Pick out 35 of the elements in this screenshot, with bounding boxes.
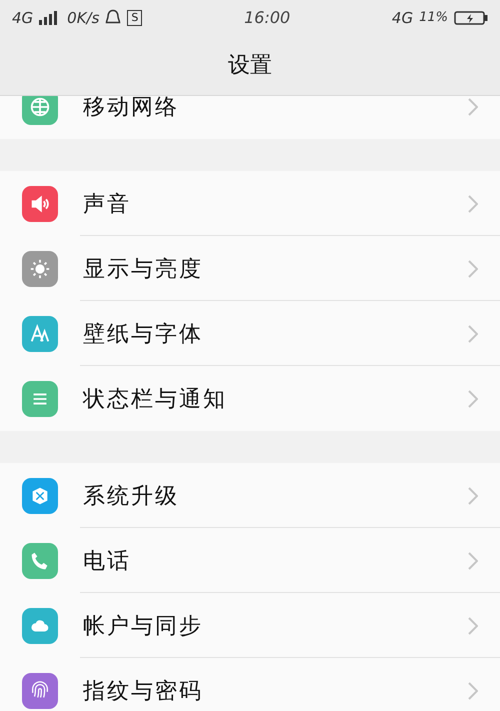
chevron-icon	[468, 390, 478, 408]
settings-label: 指纹与密码	[83, 678, 204, 706]
settings-label: 移动网络	[83, 96, 180, 122]
network-speed: 0K/s	[67, 8, 100, 26]
chevron-icon	[468, 194, 478, 212]
chevron-icon	[468, 260, 478, 278]
network-type: 4G	[12, 8, 34, 26]
chevron-icon	[468, 682, 478, 700]
settings-label: 系统升级	[83, 482, 180, 510]
settings-label: 声音	[83, 190, 132, 218]
settings-label: 显示与亮度	[83, 256, 204, 284]
settings-row[interactable]: 指纹与密码	[0, 658, 500, 711]
chevron-icon	[468, 486, 478, 504]
chevron-icon	[468, 552, 478, 570]
settings-row[interactable]: 声音	[0, 171, 500, 236]
settings-row[interactable]: 电话	[0, 528, 500, 593]
network-type: 4G	[392, 8, 414, 26]
page-title: 设置	[227, 52, 273, 80]
chevron-icon	[468, 98, 478, 116]
settings-label: 帐户与同步	[83, 612, 204, 640]
app-badge: S	[127, 10, 142, 26]
battery-percent: 11%	[419, 10, 448, 25]
settings-label: 状态栏与通知	[83, 386, 228, 414]
chevron-icon	[468, 616, 478, 634]
status-time: 16:00	[243, 8, 292, 27]
chevron-icon	[468, 324, 478, 342]
settings-label: 壁纸与字体	[83, 320, 204, 348]
settings-row[interactable]: 移动网络	[0, 96, 500, 139]
settings-label: 电话	[83, 548, 132, 576]
settings-row[interactable]: 壁纸与字体	[0, 301, 500, 366]
battery-icon	[454, 10, 488, 24]
settings-row[interactable]: 帐户与同步	[0, 593, 500, 658]
settings-row[interactable]: 系统升级	[0, 463, 500, 528]
settings-row[interactable]: 显示与亮度	[0, 236, 500, 301]
settings-row[interactable]: 状态栏与通知	[0, 366, 500, 431]
